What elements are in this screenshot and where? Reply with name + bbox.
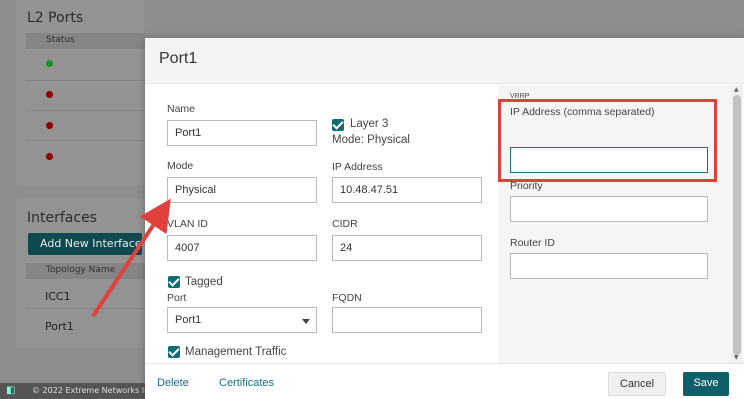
annotation-arrow-icon <box>91 198 171 318</box>
